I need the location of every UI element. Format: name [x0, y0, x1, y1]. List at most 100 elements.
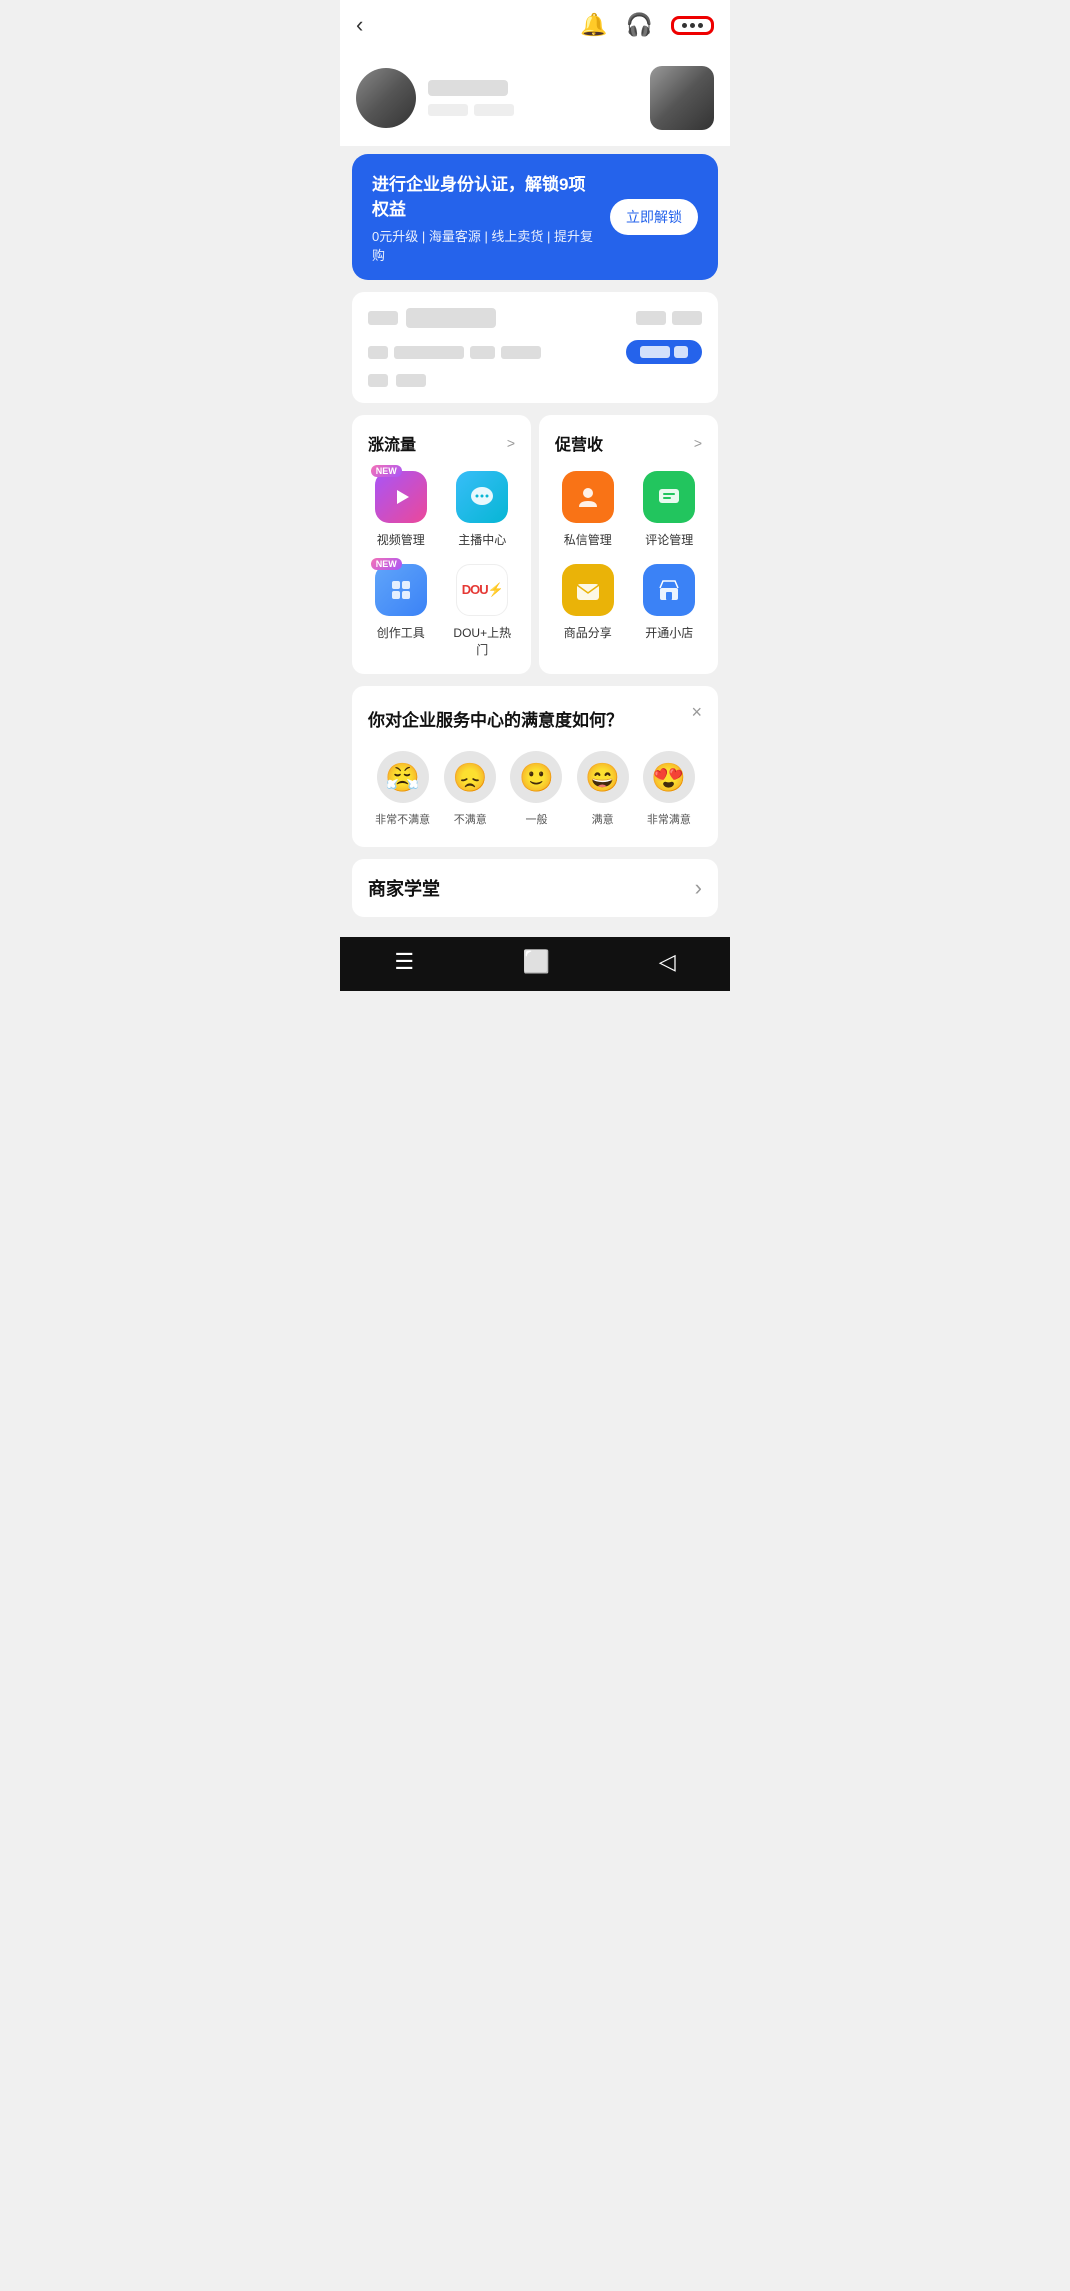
merchant-school-header: 商家学堂 › — [368, 875, 702, 901]
satisfied-label: 满意 — [592, 811, 614, 827]
stats-extra-row — [368, 374, 702, 387]
toggle-arrow — [674, 346, 688, 358]
very-satisfied-emoji: 😍 — [643, 751, 695, 803]
neutral-emoji: 🙂 — [510, 751, 562, 803]
menu-icon[interactable]: ☰ — [394, 949, 414, 975]
comment-management-icon — [643, 471, 695, 523]
video-management-label: 视频管理 — [377, 531, 425, 548]
survey-option-satisfied[interactable]: 😄 满意 — [577, 751, 629, 827]
promote-title: 促营收 — [555, 431, 603, 455]
stats-data-row — [368, 340, 702, 364]
dou-text: DOU⚡ — [462, 582, 503, 598]
dou-plus-label: DOU+上热门 — [450, 624, 516, 658]
survey-option-unsatisfied[interactable]: 😞 不满意 — [444, 751, 496, 827]
feature-dm-management[interactable]: 私信管理 — [555, 471, 621, 548]
promote-icons: 私信管理 评论管理 — [555, 471, 702, 641]
growth-chevron[interactable]: > — [507, 435, 515, 451]
merchant-school-chevron[interactable]: › — [695, 875, 702, 901]
dot-icon — [690, 23, 695, 28]
dot-icon — [682, 23, 687, 28]
comment-svg — [655, 483, 683, 511]
unlock-button[interactable]: 立即解锁 — [610, 199, 698, 235]
shop-svg — [655, 576, 683, 604]
bell-icon[interactable]: 🔔 — [580, 12, 607, 38]
headset-icon[interactable]: 🎧 — [626, 12, 653, 38]
survey-option-neutral[interactable]: 🙂 一般 — [510, 751, 562, 827]
stats-q3 — [501, 346, 541, 359]
growth-card-header: 涨流量 > — [368, 431, 515, 455]
home-icon[interactable]: ⬜ — [523, 949, 550, 975]
survey-card: × 你对企业服务中心的满意度如何？ 😤 非常不满意 😞 不满意 🙂 一般 😄 满… — [352, 686, 718, 847]
dm-management-label: 私信管理 — [564, 531, 612, 548]
promote-chevron[interactable]: > — [694, 435, 702, 451]
back-nav-icon[interactable]: ◁ — [659, 949, 676, 975]
survey-title: 你对企业服务中心的满意度如何？ — [368, 706, 702, 731]
avatar — [356, 68, 416, 128]
dm-management-icon — [562, 471, 614, 523]
enterprise-banner[interactable]: 进行企业身份认证，解锁9项权益 0元升级 | 海量客源 | 线上卖货 | 提升复… — [352, 154, 718, 280]
feature-dou-plus[interactable]: DOU⚡ DOU+上热门 — [450, 564, 516, 658]
satisfied-emoji: 😄 — [577, 751, 629, 803]
profile-tag-1 — [428, 104, 468, 116]
back-button[interactable]: ‹ — [356, 12, 363, 38]
new-badge-create: NEW — [371, 558, 402, 570]
nav-actions: 🔔 🎧 — [580, 12, 714, 38]
feature-open-shop[interactable]: 开通小店 — [637, 564, 703, 641]
survey-option-very-satisfied[interactable]: 😍 非常满意 — [643, 751, 695, 827]
stats-title-blurred — [406, 308, 496, 328]
feature-product-share[interactable]: 商品分享 — [555, 564, 621, 641]
create-tools-label: 创作工具 — [377, 624, 425, 641]
toggle-label — [640, 346, 670, 358]
feature-anchor-center[interactable]: 主播中心 — [450, 471, 516, 548]
anchor-center-icon — [456, 471, 508, 523]
person-svg — [574, 483, 602, 511]
new-badge-video: NEW — [371, 465, 402, 477]
profile-info — [428, 80, 638, 116]
very-satisfied-label: 非常满意 — [647, 811, 691, 827]
product-share-label: 商品分享 — [564, 624, 612, 641]
banner-title: 进行企业身份认证，解锁9项权益 — [372, 170, 598, 220]
envelope-svg — [574, 576, 602, 604]
stats-card — [352, 292, 718, 403]
stats-label — [368, 308, 496, 328]
profile-section — [340, 50, 730, 146]
promote-card: 促营收 > 私信管理 — [539, 415, 718, 674]
feature-create-tools[interactable]: NEW 创作工具 — [368, 564, 434, 658]
growth-title: 涨流量 — [368, 431, 416, 455]
more-menu-button[interactable] — [671, 16, 714, 35]
profile-tags — [428, 104, 638, 116]
stats-icon — [368, 311, 398, 325]
dou-plus-icon: DOU⚡ — [456, 564, 508, 616]
feature-video-management[interactable]: NEW 视频管理 — [368, 471, 434, 548]
profile-tag-2 — [474, 104, 514, 116]
comment-management-label: 评论管理 — [645, 531, 693, 548]
banner-text: 进行企业身份认证，解锁9项权益 0元升级 | 海量客源 | 线上卖货 | 提升复… — [372, 170, 598, 264]
merchant-school-section[interactable]: 商家学堂 › — [352, 859, 718, 917]
video-play-svg — [387, 483, 415, 511]
video-management-icon: NEW — [375, 471, 427, 523]
stats-action-2 — [672, 311, 702, 325]
feature-comment-management[interactable]: 评论管理 — [637, 471, 703, 548]
growth-icons: NEW 视频管理 主播中心 — [368, 471, 515, 658]
survey-close-button[interactable]: × — [691, 702, 702, 723]
profile-name-blurred — [428, 80, 508, 96]
anchor-center-label: 主播中心 — [458, 531, 506, 548]
unsatisfied-emoji: 😞 — [444, 751, 496, 803]
promote-card-header: 促营收 > — [555, 431, 702, 455]
stats-q-label — [368, 346, 388, 359]
chat-bubble-svg — [468, 483, 496, 511]
stats-action-1 — [636, 311, 666, 325]
banner-subtitle: 0元升级 | 海量客源 | 线上卖货 | 提升复购 — [372, 226, 598, 264]
toggle-button[interactable] — [626, 340, 702, 364]
create-tools-icon: NEW — [375, 564, 427, 616]
top-navigation: ‹ 🔔 🎧 — [340, 0, 730, 50]
survey-option-very-unsatisfied[interactable]: 😤 非常不满意 — [375, 751, 430, 827]
open-shop-label: 开通小店 — [645, 624, 693, 641]
stats-left — [368, 346, 618, 359]
feature-grid: 涨流量 > NEW 视频管理 — [352, 415, 718, 674]
stats-extra-value — [396, 374, 426, 387]
very-unsatisfied-label: 非常不满意 — [375, 811, 430, 827]
stats-q2 — [470, 346, 495, 359]
profile-cover-image — [650, 66, 714, 130]
product-share-icon — [562, 564, 614, 616]
